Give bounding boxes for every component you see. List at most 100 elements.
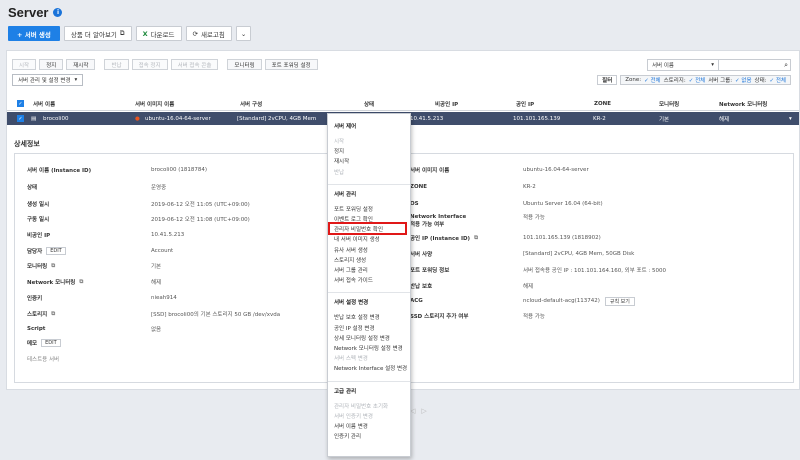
edit-button[interactable]: EDIT: [46, 247, 66, 255]
col-private-ip[interactable]: 비공인 IP: [435, 97, 458, 110]
next-page-icon[interactable]: ▷: [421, 407, 426, 415]
filter-storage-label: 스토리지:: [663, 78, 686, 84]
detail-value: 2019-06-12 오전 11:08 (UTC+09:00): [151, 217, 250, 223]
detail-value-text: 적용 가능: [523, 215, 545, 221]
search-input[interactable]: ⌕: [719, 59, 791, 71]
col-image-name[interactable]: 서버 이미지 이름: [135, 97, 174, 110]
col-monitoring[interactable]: 모니터링: [659, 97, 679, 110]
detail-value: brocoli00 (1818784): [151, 167, 207, 173]
detail-value-text: ubuntu-16.04-64-server: [523, 167, 589, 173]
menu-item[interactable]: 서버 접속 가이드: [334, 276, 373, 284]
row-server-name: brocoli00: [43, 115, 69, 122]
menu-item[interactable]: 공인 IP 설정 변경: [334, 324, 375, 332]
highlight-box: [328, 222, 407, 235]
detail-key-text: 스토리지: [27, 312, 48, 318]
filter-summary[interactable]: Zone: ✓ 전체 스토리지: ✓ 전체 서버 그룹: ✓ 없음 상태: ✓ 전체: [620, 75, 791, 85]
action-button[interactable]: 정지: [39, 59, 64, 70]
col-server-name[interactable]: 서버 이름: [33, 97, 55, 110]
detail-key: 서버 이름 (Instance ID): [27, 166, 91, 174]
filter-button[interactable]: 필터: [597, 75, 618, 85]
more-info-label: 상품 더 알아보기: [70, 30, 117, 39]
detail-key-text: Script: [27, 326, 46, 332]
detail-value: [Standard] 2vCPU, 4GB Mem, 50GB Disk: [523, 251, 634, 257]
detail-key-text: ZONE: [410, 184, 428, 190]
col-net-monitoring[interactable]: Network 모니터링: [719, 97, 767, 110]
row-checkbox[interactable]: ✓: [17, 115, 24, 122]
download-button[interactable]: X 다운로드: [135, 26, 182, 41]
more-info-button[interactable]: 상품 더 알아보기 ⧉: [63, 26, 132, 41]
detail-key-text: 생성 일시: [27, 202, 50, 208]
external-link-icon[interactable]: ⧉: [51, 263, 55, 270]
manage-dropdown[interactable]: 서버 관리 및 설정 변경 ▾: [12, 74, 84, 86]
detail-value: 10.41.5.213: [151, 232, 185, 238]
detail-key: 담당자 EDIT: [27, 247, 66, 255]
detail-value-text: 적용 가능: [523, 314, 545, 320]
detail-value: 없음: [151, 327, 162, 333]
action-button[interactable]: 모니터링: [227, 59, 262, 70]
menu-item[interactable]: 스토리지 생성: [334, 256, 366, 264]
menu-item[interactable]: 포트 포워딩 설정: [334, 205, 373, 213]
detail-key-text: 구동 일시: [27, 217, 50, 223]
action-button[interactable]: 재시작: [66, 59, 96, 70]
detail-value: Account: [151, 248, 174, 254]
detail-key: 서버 이미지 이름: [410, 166, 449, 174]
memo-edit-button[interactable]: EDIT: [41, 339, 61, 347]
menu-section-title: 고급 관리: [334, 388, 357, 395]
menu-item[interactable]: 재시작: [334, 157, 349, 165]
menu-item: 서버 스펙 변경: [334, 356, 368, 363]
detail-key-text: 서버 사양: [410, 252, 433, 258]
search-icon[interactable]: ⌕: [784, 61, 788, 70]
detail-key-text: 상태: [27, 185, 38, 191]
menu-divider: [328, 183, 410, 185]
detail-key: ACG: [410, 298, 423, 304]
external-link-icon[interactable]: ⧉: [51, 311, 55, 318]
create-server-button[interactable]: + 서버 생성: [8, 26, 60, 41]
detail-key-text: 공인 IP (Instance ID): [410, 236, 471, 242]
detail-value-text: 서버 접속용 공인 IP : 101.101.164.160, 외부 포트 : …: [523, 268, 667, 274]
toolbar-more-button[interactable]: ⌄: [235, 26, 252, 41]
external-link-icon: ⧉: [119, 29, 125, 37]
detail-key: 구동 일시: [27, 215, 49, 223]
detail-value: 기본: [151, 264, 162, 270]
detail-key: 모니터링 ⧉: [27, 262, 55, 271]
refresh-button[interactable]: ⟳ 새로고침: [185, 26, 232, 41]
menu-item[interactable]: 서버 그룹 관리: [334, 266, 368, 274]
memo-label: 메모 EDIT: [27, 339, 61, 347]
detail-key-text: 적용 가능 여부: [410, 222, 445, 228]
detail-value: 해제: [151, 280, 162, 286]
col-status[interactable]: 상태: [364, 97, 374, 110]
menu-item[interactable]: 유사 서버 생성: [334, 246, 368, 254]
detail-value-text: [Standard] 2vCPU, 4GB Mem, 50GB Disk: [523, 251, 635, 257]
detail-value: nieah914: [151, 295, 177, 301]
action-button: 반납: [104, 59, 129, 70]
detail-value: [SSD] brocoli00의 기본 스토리지 50 GB /dev/xvda: [151, 312, 281, 318]
col-zone[interactable]: ZONE: [594, 97, 611, 110]
page-title: Server: [8, 4, 49, 20]
external-link-icon[interactable]: ⧉: [79, 279, 83, 286]
row-menu-icon[interactable]: ▾: [789, 112, 792, 125]
action-button[interactable]: 포트 포워딩 설정: [264, 59, 318, 70]
view-rules-button[interactable]: 규칙 보기: [604, 296, 635, 306]
row-private-ip: 10.41.5.213: [410, 115, 444, 122]
search-field-select[interactable]: 서버 이름 ▾: [647, 59, 719, 71]
detail-value: Ubuntu Server 16.04 (64-bit): [523, 201, 603, 207]
col-public-ip[interactable]: 공인 IP: [516, 97, 534, 110]
detail-value-text: 101.101.165.139 (1818902): [523, 235, 601, 241]
menu-item[interactable]: 반납 보호 설정 변경: [334, 313, 380, 321]
action-button: 시작: [12, 59, 37, 70]
menu-item[interactable]: 서버 이름 변경: [334, 422, 368, 430]
col-spec[interactable]: 서버 구성: [240, 97, 262, 110]
menu-section-title: 서버 관리: [334, 191, 357, 198]
menu-item[interactable]: 정지: [334, 147, 344, 155]
menu-item[interactable]: Network Interface 설정 변경: [334, 364, 407, 372]
detail-key: 서버 사양: [410, 250, 432, 258]
help-icon[interactable]: i: [53, 7, 63, 17]
select-all-checkbox[interactable]: ✓: [17, 100, 24, 107]
manage-dropdown-label: 서버 관리 및 설정 변경: [18, 78, 71, 84]
menu-item[interactable]: 상세 모니터링 설정 변경: [334, 334, 390, 342]
external-link-icon[interactable]: ⧉: [474, 235, 478, 242]
filter-bar: 필터 Zone: ✓ 전체 스토리지: ✓ 전체 서버 그룹: ✓ 없음 상태: ✓ 전…: [597, 75, 791, 85]
menu-item[interactable]: Network 모니터링 설정 변경: [334, 344, 403, 352]
menu-item[interactable]: 인증키 관리: [334, 432, 361, 440]
menu-item[interactable]: 내 서버 이미지 생성: [334, 235, 380, 243]
